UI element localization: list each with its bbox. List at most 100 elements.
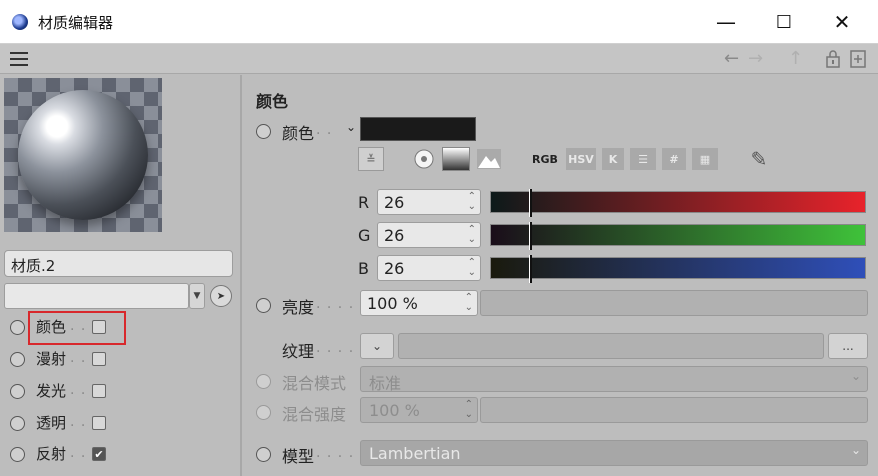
channel-transparency-radio[interactable] — [10, 416, 25, 431]
kelvin-mode-button[interactable]: K — [602, 148, 624, 170]
channel-diffuse-radio[interactable] — [10, 352, 25, 367]
g-value-field[interactable]: 26 ⌃ ⌄ — [377, 222, 481, 248]
forward-arrow-icon[interactable]: → — [748, 48, 763, 69]
material-preview[interactable] — [4, 78, 162, 232]
model-value: Lambertian — [369, 444, 461, 463]
dot-leader: . . — [70, 445, 87, 461]
g-value: 26 — [384, 226, 405, 245]
image-icon[interactable] — [476, 148, 502, 170]
color-mode-toolbar: ≚ RGB HSV K ☰ # ▦ ✎ — [358, 146, 772, 172]
dot-leader: . . . . . — [316, 296, 366, 312]
maximize-button[interactable]: ☐ — [756, 4, 812, 40]
chevron-down-icon[interactable]: ▼ — [189, 283, 205, 309]
brightness-value: 100 % — [367, 294, 418, 313]
chevron-down-icon: ⌄ — [850, 369, 861, 383]
b-label: B — [358, 259, 369, 278]
channel-glow-checkbox[interactable] — [92, 384, 106, 398]
channel-reflection-label[interactable]: 反射 — [36, 443, 66, 464]
r-label: R — [358, 193, 370, 212]
rgb-mode-button[interactable]: RGB — [530, 148, 560, 170]
mixer-icon[interactable]: ☰ — [630, 148, 656, 170]
model-select[interactable]: Lambertian ⌄ — [360, 440, 868, 466]
r-slider-thumb[interactable] — [529, 189, 532, 217]
b-value: 26 — [384, 259, 405, 278]
channel-glow-label[interactable]: 发光 — [36, 380, 66, 401]
texture-label: 纹理 — [282, 342, 315, 361]
cursor-picker-icon[interactable]: ➤ — [210, 285, 232, 307]
spinner-icon[interactable]: ⌃ ⌄ — [468, 258, 476, 278]
lock-icon[interactable] — [826, 50, 840, 72]
app-logo-icon — [12, 14, 28, 30]
section-title: 颜色 — [256, 92, 289, 111]
preview-sphere — [18, 90, 148, 220]
annotation-highlight-box — [28, 311, 126, 345]
model-radio[interactable] — [256, 447, 271, 462]
chevron-down-icon: ⌄ — [850, 443, 861, 457]
brightness-slider[interactable] — [480, 290, 868, 316]
b-slider-thumb[interactable] — [529, 255, 532, 283]
blend-mode-label: 混合模式 — [282, 374, 347, 393]
title-bar: 材质编辑器 — ☐ ✕ — [0, 0, 878, 44]
eyedropper-icon[interactable]: ✎ — [746, 147, 772, 171]
blend-mode-radio[interactable] — [256, 374, 271, 389]
minimize-button[interactable]: — — [698, 4, 754, 40]
back-arrow-icon[interactable]: ← — [724, 48, 739, 69]
hex-mode-button[interactable]: # — [662, 148, 686, 170]
color-radio[interactable] — [256, 124, 271, 139]
expand-chevron-icon[interactable]: ⌄ — [346, 120, 356, 134]
channel-glow-radio[interactable] — [10, 384, 25, 399]
r-slider[interactable] — [490, 189, 866, 217]
menu-icon[interactable] — [10, 52, 28, 66]
new-panel-icon[interactable] — [850, 50, 866, 72]
dot-leader: . . . . . — [316, 445, 366, 461]
blend-mode-value: 标准 — [369, 374, 402, 393]
preset-select[interactable] — [4, 283, 189, 309]
hsv-mode-button[interactable]: HSV — [566, 148, 596, 170]
toolbar: ← → ↑ — [0, 44, 878, 74]
r-value: 26 — [384, 193, 405, 212]
spinner-icon[interactable]: ⌃ ⌄ — [465, 400, 473, 420]
blend-mode-select[interactable]: 标准 ⌄ — [360, 366, 868, 393]
blend-strength-value: 100 % — [369, 401, 420, 420]
dot-leader: . . . . . — [316, 340, 366, 356]
channel-reflection-checkbox[interactable]: ✔ — [92, 447, 106, 461]
blend-strength-label: 混合强度 — [282, 405, 347, 424]
brightness-field[interactable]: 100 % ⌃ ⌄ — [360, 290, 478, 316]
spectrum-icon[interactable]: ≚ — [358, 147, 384, 171]
channel-transparency-checkbox[interactable] — [92, 416, 106, 430]
g-slider-thumb[interactable] — [529, 222, 532, 250]
up-arrow-icon[interactable]: ↑ — [788, 48, 803, 69]
texture-field[interactable] — [398, 333, 824, 359]
b-slider[interactable] — [490, 255, 866, 283]
channel-transparency-label[interactable]: 透明 — [36, 412, 66, 433]
texture-more-button[interactable]: ... — [828, 333, 868, 359]
g-label: G — [358, 226, 371, 245]
gradient-icon[interactable] — [442, 147, 470, 171]
texture-dropdown-button[interactable]: ⌄ — [360, 333, 394, 359]
swatches-grid-icon[interactable]: ▦ — [692, 148, 718, 170]
dot-leader: . . — [70, 382, 87, 398]
color-swatch[interactable] — [360, 117, 476, 141]
brightness-radio[interactable] — [256, 298, 271, 313]
g-slider[interactable] — [490, 222, 866, 250]
color-wheel-icon[interactable] — [412, 148, 436, 170]
material-name-field[interactable]: 材质.2 — [4, 250, 233, 277]
r-value-field[interactable]: 26 ⌃ ⌄ — [377, 189, 481, 215]
channel-reflection-radio[interactable] — [10, 447, 25, 462]
blend-strength-slider[interactable] — [480, 397, 868, 423]
brightness-label: 亮度 — [282, 298, 315, 317]
spinner-icon[interactable]: ⌃ ⌄ — [468, 192, 476, 212]
channel-diffuse-checkbox[interactable] — [92, 352, 106, 366]
model-label: 模型 — [282, 447, 315, 466]
close-button[interactable]: ✕ — [814, 4, 870, 40]
channel-color-radio[interactable] — [10, 320, 25, 335]
window-title: 材质编辑器 — [38, 14, 114, 32]
spinner-icon[interactable]: ⌃ ⌄ — [468, 225, 476, 245]
dot-leader: . . — [70, 414, 87, 430]
blend-strength-radio[interactable] — [256, 405, 271, 420]
channel-diffuse-label[interactable]: 漫射 — [36, 348, 66, 369]
dot-leader: . . — [70, 350, 87, 366]
b-value-field[interactable]: 26 ⌃ ⌄ — [377, 255, 481, 281]
blend-strength-field[interactable]: 100 % ⌃ ⌄ — [360, 397, 478, 423]
spinner-icon[interactable]: ⌃ ⌄ — [465, 293, 473, 313]
